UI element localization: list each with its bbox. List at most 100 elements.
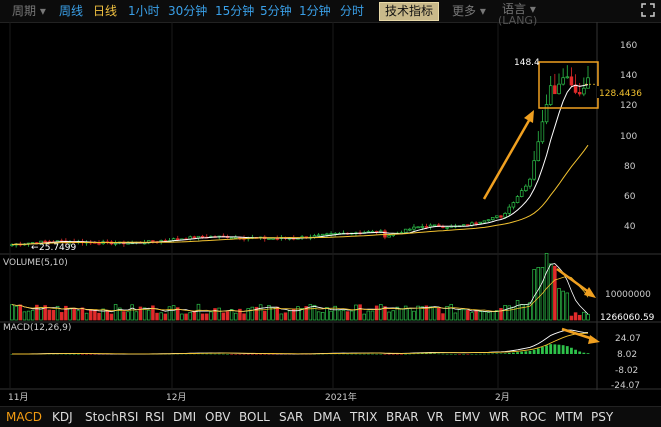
volume-bar xyxy=(486,312,491,321)
macd-histogram-bar xyxy=(404,353,408,355)
tab-30min[interactable]: 30分钟 xyxy=(168,3,207,19)
candle-body xyxy=(577,92,582,95)
macd-histogram-bar xyxy=(420,353,424,355)
indicator-kdj[interactable]: KDJ xyxy=(52,409,73,425)
indicator-sar[interactable]: SAR xyxy=(279,409,303,425)
candle-body xyxy=(97,242,101,245)
volume-tick-10m: 10000000 xyxy=(605,290,651,300)
tab-1hour[interactable]: 1小时 xyxy=(128,3,160,19)
more-dropdown[interactable]: 更多 ▾ xyxy=(452,3,486,19)
indicator-boll[interactable]: BOLL xyxy=(239,409,270,425)
volume-bar xyxy=(582,311,586,321)
candle-body xyxy=(586,77,590,89)
indicator-roc[interactable]: ROC xyxy=(520,409,546,425)
volume-bar xyxy=(22,311,27,321)
indicators-button[interactable]: 技术指标 xyxy=(379,2,440,21)
volume-bar xyxy=(350,310,354,321)
fullscreen-icon[interactable] xyxy=(641,3,655,17)
volume-bar xyxy=(109,313,114,321)
volume-bar xyxy=(449,303,454,321)
volume-bar xyxy=(329,310,333,321)
macd-histogram-bar xyxy=(578,351,582,354)
volume-bar xyxy=(287,310,292,321)
macd-histogram-bar xyxy=(491,353,495,355)
macd-histogram-bar xyxy=(553,344,557,354)
volume-bar xyxy=(503,304,507,321)
indicator-brar[interactable]: BRAR xyxy=(386,409,419,425)
volume-bar xyxy=(146,309,151,321)
volume-bar xyxy=(134,311,139,321)
indicator-vr[interactable]: VR xyxy=(427,409,444,425)
indicator-stochrsi[interactable]: StochRSI xyxy=(85,409,138,425)
tab-day[interactable]: 日线 xyxy=(93,3,117,19)
volume-bar xyxy=(97,312,101,321)
candle-body xyxy=(569,76,574,86)
macd-histogram-bar xyxy=(375,353,379,355)
price-tick-100: 100 xyxy=(620,132,637,142)
macd-histogram-bar xyxy=(259,354,263,355)
volume-bar xyxy=(234,312,238,321)
volume-bar xyxy=(250,306,255,321)
indicator-dma[interactable]: DMA xyxy=(313,409,341,425)
tab-tick[interactable]: 分时 xyxy=(340,3,364,19)
indicator-wr[interactable]: WR xyxy=(489,409,509,425)
volume-bar xyxy=(370,310,375,321)
macd-histogram-bar xyxy=(391,354,395,355)
tab-week[interactable]: 周线 xyxy=(59,3,83,19)
volume-bar xyxy=(283,312,288,321)
candle-body xyxy=(495,215,499,218)
macd-histogram-bar xyxy=(263,354,267,355)
macd-histogram-bar xyxy=(532,349,536,354)
volume-bar xyxy=(499,308,503,321)
macd-histogram-bar xyxy=(429,353,432,354)
indicator-rsi[interactable]: RSI xyxy=(145,409,165,425)
macd-histogram-bar xyxy=(346,353,350,355)
indicator-obv[interactable]: OBV xyxy=(205,409,231,425)
tab-5min[interactable]: 5分钟 xyxy=(260,3,292,19)
indicator-emv[interactable]: EMV xyxy=(454,409,480,425)
volume-arrow-line xyxy=(556,267,591,295)
period-dropdown[interactable]: 周期 ▾ xyxy=(12,3,46,19)
volume-bar xyxy=(548,263,553,321)
volume-current-label: 1266060.59 xyxy=(600,313,655,323)
macd-histogram-bar xyxy=(238,354,242,355)
volume-bar xyxy=(362,313,366,321)
candle-body xyxy=(474,222,478,225)
candle-body xyxy=(229,237,234,239)
volume-bar xyxy=(408,308,412,321)
volume-bar xyxy=(441,313,445,321)
indicator-dmi[interactable]: DMI xyxy=(173,409,196,425)
volume-bar xyxy=(76,310,81,321)
volume-bar xyxy=(437,307,441,321)
chevron-down-icon: ▾ xyxy=(39,4,46,18)
macd-histogram-bar xyxy=(445,353,449,355)
candle-body xyxy=(461,224,466,227)
volume-bar xyxy=(126,311,130,321)
macd-histogram-bar xyxy=(586,353,590,354)
indicator-trix[interactable]: TRIX xyxy=(350,409,377,425)
macd-histogram-bar xyxy=(234,354,238,355)
volume-bar xyxy=(557,288,561,321)
volume-bar xyxy=(565,292,570,321)
volume-bar xyxy=(242,313,246,321)
candle-body xyxy=(557,83,561,95)
volume-bar xyxy=(155,312,159,321)
macd-histogram-bar xyxy=(574,349,577,354)
volume-bar xyxy=(312,304,317,321)
indicator-mtm[interactable]: MTM xyxy=(555,409,583,425)
candle-body xyxy=(515,196,520,203)
macd-histogram-bar xyxy=(453,353,457,355)
volume-bar xyxy=(180,313,184,321)
indicator-psy[interactable]: PSY xyxy=(591,409,613,425)
candle-body xyxy=(536,141,541,162)
indicator-macd[interactable]: MACD xyxy=(6,409,42,425)
tab-15min[interactable]: 15分钟 xyxy=(215,3,254,19)
volume-bar xyxy=(18,304,23,321)
macd-histogram-bar xyxy=(466,354,470,355)
chart-area[interactable]: 148.4 25.7499 ← 128.4436 1266060.59 VOLU… xyxy=(0,22,661,406)
candle-body xyxy=(383,230,387,238)
tab-1min[interactable]: 1分钟 xyxy=(299,3,331,19)
volume-bar xyxy=(461,309,466,321)
macd-histogram-bar xyxy=(512,352,515,354)
price-tick-80: 80 xyxy=(624,162,636,172)
